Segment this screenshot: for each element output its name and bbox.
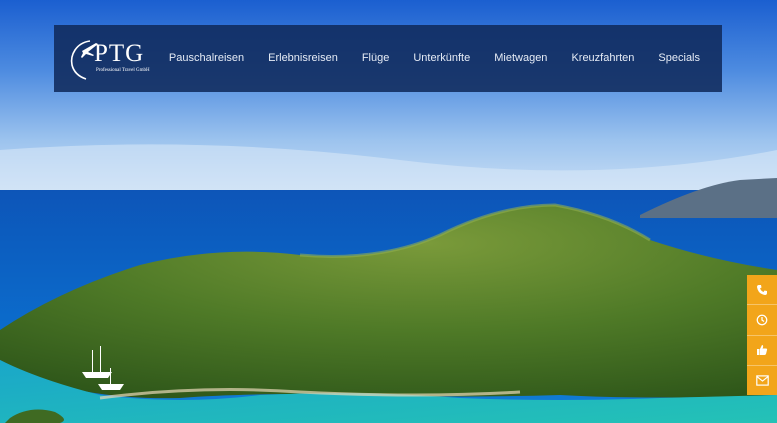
thumbs-up-icon <box>757 345 768 356</box>
brand-logo[interactable]: PTG Professional Travel GmbH <box>68 37 158 81</box>
main-nav: Pauschalreisen Erlebnisreisen Flüge Unte… <box>157 25 722 92</box>
nav-item-unterkuenfte[interactable]: Unterkünfte <box>401 25 482 92</box>
logo-subtext: Professional Travel GmbH <box>96 68 150 73</box>
phone-button[interactable] <box>747 275 777 306</box>
nav-item-specials[interactable]: Specials <box>646 25 722 92</box>
phone-icon <box>757 284 767 295</box>
nav-item-pauschalreisen[interactable]: Pauschalreisen <box>157 25 256 92</box>
nav-item-erlebnisreisen[interactable]: Erlebnisreisen <box>256 25 350 92</box>
contact-sidebar <box>747 275 777 395</box>
email-button[interactable] <box>747 366 777 395</box>
navbar: PTG Professional Travel GmbH Pauschalrei… <box>54 25 722 92</box>
like-button[interactable] <box>747 336 777 366</box>
clock-icon <box>756 314 768 326</box>
opening-hours-button[interactable] <box>747 305 777 336</box>
logo-text: PTG <box>94 40 145 67</box>
nav-item-mietwagen[interactable]: Mietwagen <box>482 25 559 92</box>
nav-item-fluege[interactable]: Flüge <box>350 25 402 92</box>
nav-item-kreuzfahrten[interactable]: Kreuzfahrten <box>559 25 646 92</box>
mail-icon <box>755 375 769 386</box>
